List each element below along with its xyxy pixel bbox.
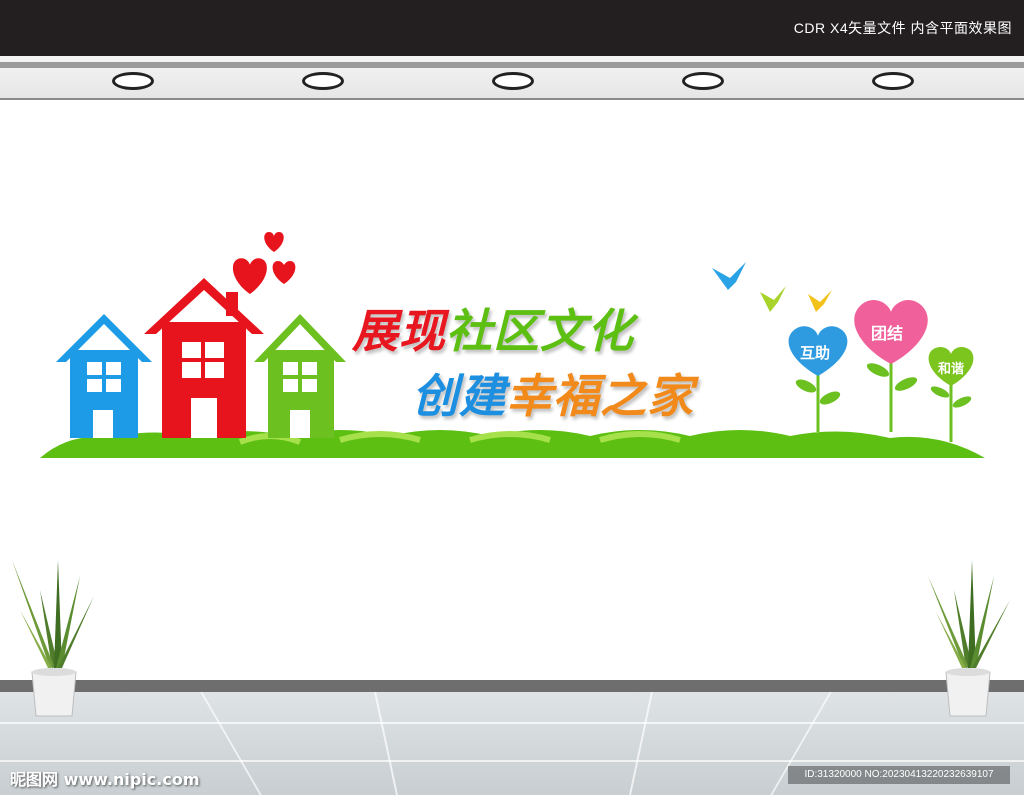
potted-plants	[12, 560, 1010, 717]
watermark-right: ID:31320000 NO:20230413220232639107	[788, 766, 1010, 784]
watermark-left: 昵图网 www.nipic.com	[10, 770, 200, 789]
plant-left	[12, 560, 94, 717]
plant-right	[928, 560, 1010, 717]
